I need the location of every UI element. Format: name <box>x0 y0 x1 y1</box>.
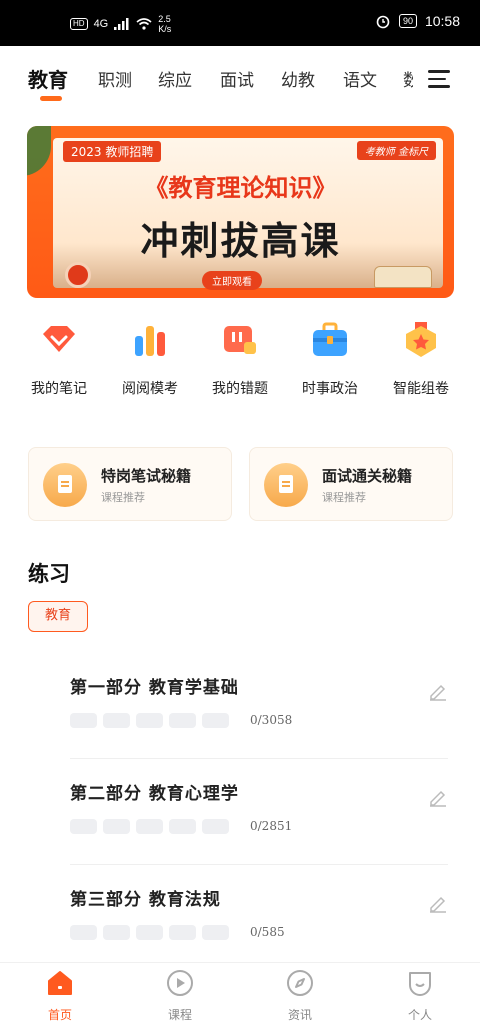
speed-value: 2.5 <box>158 14 171 24</box>
progress-blocks <box>70 713 229 728</box>
tab-interview[interactable]: 面试 <box>220 66 254 91</box>
tab-chinese[interactable]: 语文 <box>343 66 377 91</box>
bar-chart-icon <box>130 320 170 360</box>
compass-icon <box>286 969 314 997</box>
active-tab-indicator <box>40 96 62 101</box>
practice-item[interactable]: 第一部分 教育学基础 0/3058 <box>70 673 448 779</box>
nav-label: 资讯 <box>287 1008 312 1022</box>
feature-current-affairs[interactable]: 时事政治 <box>282 316 378 398</box>
tab-zhice[interactable]: 职测 <box>98 66 132 91</box>
recommend-card-title: 面试通关秘籍 <box>322 467 413 485</box>
practice-item-count: 0/2851 <box>250 819 293 833</box>
banner-year-tag: 2023 教师招聘 <box>63 141 162 162</box>
bottom-nav: 首页 课程 资讯 个人 <box>0 962 480 1026</box>
play-icon <box>166 969 194 997</box>
feature-label: 时事政治 <box>302 381 358 397</box>
nav-label: 课程 <box>167 1008 192 1022</box>
feature-label: 我的错题 <box>212 381 268 397</box>
divider <box>70 758 448 759</box>
practice-item-count: 0/585 <box>250 925 285 939</box>
document-icon <box>43 463 87 507</box>
edit-icon[interactable] <box>428 893 448 913</box>
recommend-card-title: 特岗笔试秘籍 <box>101 467 192 485</box>
progress-blocks <box>70 925 229 940</box>
top-nav: 教育 职测 综应 面试 幼教 语文 数 <box>0 46 480 108</box>
feature-smart-paper[interactable]: 智能组卷 <box>373 316 469 398</box>
edit-icon[interactable] <box>428 787 448 807</box>
banner-headline: 《教育理论知识》 <box>144 173 337 202</box>
tab-education[interactable]: 教育 <box>28 64 68 93</box>
practice-section-title: 练习 <box>28 561 70 586</box>
feature-label: 阅阅模考 <box>122 381 178 397</box>
network-type: 4G <box>93 18 109 30</box>
nav-label: 首页 <box>47 1008 72 1022</box>
battery-indicator: 90 <box>398 14 417 28</box>
banner-watch-button[interactable]: 立即观看 <box>202 271 262 290</box>
feature-label: 我的笔记 <box>31 381 87 397</box>
feature-grid: 我的笔记 阅阅模考 我的错题 时事政治 智能组卷 <box>0 316 480 406</box>
signal-icon <box>114 18 129 30</box>
briefcase-icon <box>310 320 350 360</box>
speed-unit: K/s <box>158 24 172 34</box>
practice-item-count: 0/3058 <box>250 713 293 727</box>
hd-badge: HD <box>70 18 88 30</box>
heart-folder-icon <box>39 320 79 360</box>
recommend-card-special-post[interactable]: 特岗笔试秘籍 课程推荐 <box>28 447 232 521</box>
nav-news[interactable]: 资讯 <box>260 969 340 1023</box>
promo-banner[interactable]: 2023 教师招聘 考教师 金标尺 《教育理论知识》 冲刺拔高课 立即观看 <box>27 126 454 298</box>
practice-item-title: 第一部分 教育学基础 <box>70 678 239 698</box>
alarm-clock-icon <box>65 262 91 288</box>
practice-item-title: 第二部分 教育心理学 <box>70 784 239 804</box>
recommend-card-subtitle: 课程推荐 <box>322 491 366 504</box>
banner-brand-tag: 考教师 金标尺 <box>356 141 436 160</box>
status-bar: HD 4G 2.5 K/s 90 10:58 <box>0 0 480 46</box>
feature-mock-exam[interactable]: 阅阅模考 <box>102 316 198 398</box>
nav-profile[interactable]: 个人 <box>380 969 460 1023</box>
book-icon <box>374 266 432 288</box>
alarm-icon <box>376 15 390 29</box>
wrong-question-icon <box>220 320 260 360</box>
recommend-card-subtitle: 课程推荐 <box>101 491 145 504</box>
menu-icon[interactable] <box>428 70 450 88</box>
practice-category-chip[interactable]: 教育 <box>28 601 88 632</box>
home-icon <box>46 969 74 997</box>
wifi-icon <box>136 18 152 30</box>
nav-home[interactable]: 首页 <box>20 969 100 1023</box>
feature-my-notes[interactable]: 我的笔记 <box>11 316 107 398</box>
recommend-card-interview[interactable]: 面试通关秘籍 课程推荐 <box>249 447 453 521</box>
tab-preschool[interactable]: 幼教 <box>281 66 315 91</box>
progress-blocks <box>70 819 229 834</box>
divider <box>70 864 448 865</box>
medal-icon <box>401 320 441 360</box>
practice-item[interactable]: 第二部分 教育心理学 0/2851 <box>70 779 448 885</box>
tab-math[interactable]: 数 <box>403 66 413 91</box>
feature-label: 智能组卷 <box>393 381 449 397</box>
tab-zongying[interactable]: 综应 <box>158 66 192 91</box>
edit-icon[interactable] <box>428 681 448 701</box>
nav-courses[interactable]: 课程 <box>140 969 220 1023</box>
feature-wrong-questions[interactable]: 我的错题 <box>192 316 288 398</box>
nav-label: 个人 <box>407 1008 432 1022</box>
document-icon <box>264 463 308 507</box>
banner-title: 冲刺拔高课 <box>140 218 341 263</box>
clock: 10:58 <box>424 13 460 29</box>
practice-item-title: 第三部分 教育法规 <box>70 890 221 910</box>
profile-icon <box>406 969 434 997</box>
